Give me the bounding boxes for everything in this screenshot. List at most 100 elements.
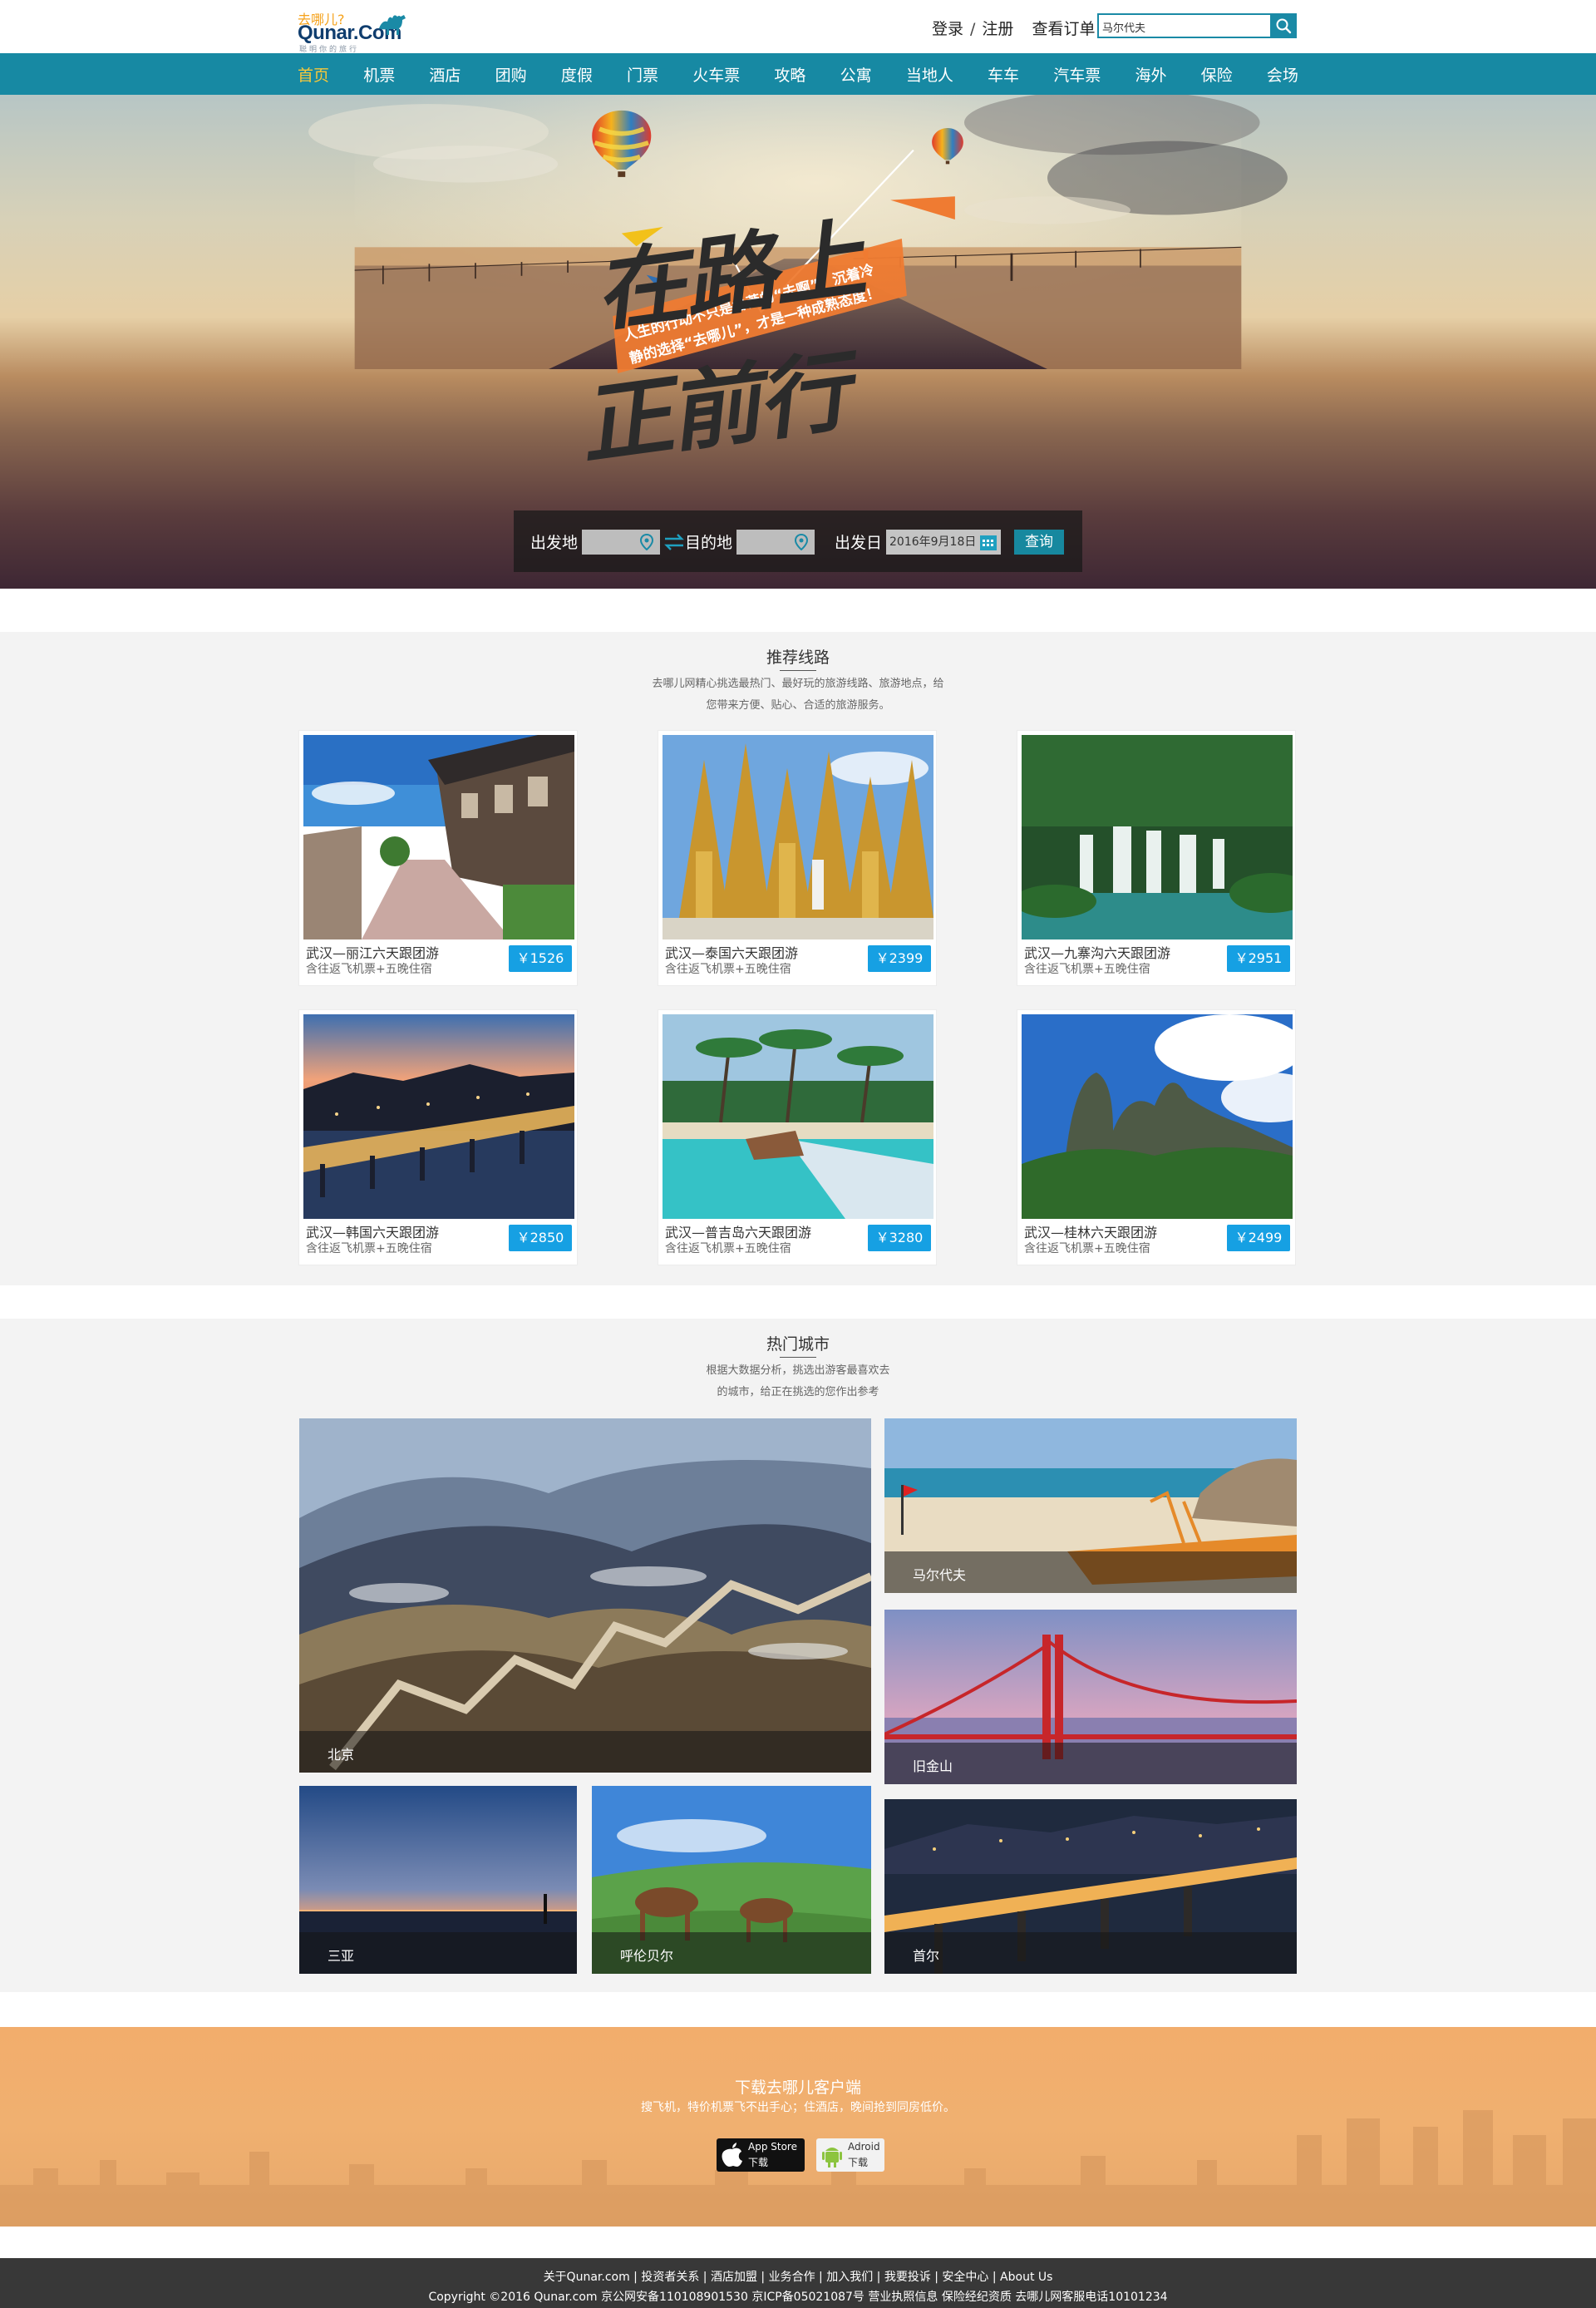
nav-item[interactable]: 保险 [1201,63,1233,86]
recommend-title: 推荐线路 [766,649,830,667]
page: 去哪儿? Qunar.Com 聪明你的旅行 登录 / 注册 查看订单 首页 机票 酒店 团… [0,0,1596,2308]
city-name: 北京 [328,1747,355,1763]
hot-desc-line2: 的城市，给正在挑选的您作出参考 [717,1386,879,1398]
route-price-button[interactable]: ￥2850 [509,1225,572,1251]
route-includes: 含往返飞机票+五晚住宿 [1024,1242,1150,1255]
hot-desc-line1: 根据大数据分析，挑选出游客最喜欢去 [706,1364,890,1377]
nav-item[interactable]: 攻略 [774,63,805,86]
nav-item[interactable]: 火车票 [692,63,740,86]
route-price-button[interactable]: ￥2499 [1227,1225,1290,1251]
route-includes: 含往返飞机票+五晚住宿 [1024,963,1150,976]
route-name: 武汉—丽江六天跟团游 [306,945,440,961]
nav-item[interactable]: 度假 [561,63,593,86]
route-price-button[interactable]: ￥2399 [868,945,931,972]
android-icon [822,2148,842,2167]
orders-link[interactable]: 查看订单 [1032,17,1095,39]
route-price-button[interactable]: ￥1526 [509,945,572,972]
route-photo-guilin [1022,1014,1293,1219]
nav-item[interactable]: 机票 [363,63,395,86]
hot-desc: 根据大数据分析，挑选出游客最喜欢去 的城市，给正在挑选的您作出参考 [632,1360,964,1403]
to-field[interactable] [736,530,815,555]
city-caption: 呼伦贝尔 [592,1932,871,1974]
login-sep: / [970,20,976,38]
nav-item[interactable]: 酒店 [429,63,461,86]
app-store-sub: 下载 [748,2157,769,2168]
city-name: 首尔 [913,1948,940,1964]
header: 去哪儿? Qunar.Com 聪明你的旅行 登录 / 注册 查看订单 [0,0,1596,54]
swap-icon[interactable] [663,533,685,551]
city-name: 马尔代夫 [913,1567,967,1583]
hero-banner: 人生的行动不只是鲁莽的“去啊”，沉着冷 静的选择“去哪儿”，才是一种成熟态度！ … [0,95,1596,589]
route-card-thailand[interactable]: 武汉—泰国六天跟团游 含往返飞机票+五晚住宿 ￥2399 [658,730,937,986]
nav-item[interactable]: 汽车票 [1053,63,1101,86]
download-title: 下载去哪儿客户端 [734,2079,861,2097]
recommend-desc-line2: 您带来方便、贴心、合适的旅游服务。 [706,699,890,712]
city-tile-hulunbuir[interactable]: 呼伦贝尔 [592,1786,871,1974]
date-value: 2016年9月18日 [889,535,977,549]
nav-item[interactable]: 团购 [495,63,527,86]
search-button[interactable] [1270,13,1297,38]
route-name: 武汉—韩国六天跟团游 [306,1225,440,1240]
nav-item[interactable]: 公寓 [840,63,872,86]
footer-copyright: Copyright ©2016 Qunar.com 京公网安备110108901… [428,2291,1168,2304]
search-box [1097,13,1297,38]
city-tile-beijing[interactable]: 北京 [299,1418,871,1773]
register-link[interactable]: 注册 [982,17,1013,39]
city-tile-seoul[interactable]: 首尔 [884,1799,1297,1974]
route-card-guilin[interactable]: 武汉—桂林六天跟团游 含往返飞机票+五晚住宿 ￥2499 [1017,1009,1296,1265]
route-photo-phuket [663,1014,933,1219]
date-field[interactable]: 2016年9月18日 [886,530,1001,555]
camel-icon [379,15,406,35]
route-price-button[interactable]: ￥3280 [868,1225,931,1251]
recommend-desc: 去哪儿网精心挑选最热门、最好玩的旅游线路、旅游地点，给 您带来方便、贴心、合适的… [632,673,964,717]
nav-item[interactable]: 会场 [1267,63,1298,86]
route-card-lijiang[interactable]: 武汉—丽江六天跟团游 含往返飞机票+五晚住宿 ￥1526 [298,730,578,986]
top-links: 登录 / 注册 查看订单 [932,17,1096,39]
route-photo-korea [303,1014,574,1219]
route-card-jiuzhaigou[interactable]: 武汉—九寨沟六天跟团游 含往返飞机票+五晚住宿 ￥2951 [1017,730,1296,986]
city-caption: 北京 [299,1731,871,1773]
qunar-logo[interactable]: 去哪儿? Qunar.Com 聪明你的旅行 [298,7,407,54]
nav-list: 首页 机票 酒店 团购 度假 门票 火车票 攻略 公寓 当地人 车车 汽车票 海外 保险 会场 [298,53,1298,95]
search-trip-button[interactable]: 查询 [1014,530,1064,555]
city-tile-maldives[interactable]: 马尔代夫 [884,1418,1297,1593]
search-icon [1276,18,1292,34]
android-sub: 下载 [848,2157,869,2168]
date-label: 出发日 [835,534,883,552]
route-card-phuket[interactable]: 武汉—普吉岛六天跟团游 含往返飞机票+五晚住宿 ￥3280 [658,1009,937,1265]
route-photo-jiuzhaigou [1022,735,1293,939]
route-name: 武汉—九寨沟六天跟团游 [1024,945,1171,961]
route-includes: 含往返飞机票+五晚住宿 [665,1242,791,1255]
city-name: 旧金山 [913,1758,953,1774]
city-tile-sanya[interactable]: 三亚 [299,1786,577,1974]
app-store-button[interactable]: App Store 下载 [717,2138,805,2172]
skyline-background [0,2110,1596,2227]
nav-item[interactable]: 门票 [627,63,658,86]
route-price-button[interactable]: ￥2951 [1227,945,1290,972]
from-field[interactable] [582,530,660,555]
city-tile-san-francisco[interactable]: 旧金山 [884,1610,1297,1784]
city-caption: 旧金山 [884,1743,1297,1784]
city-caption: 三亚 [299,1932,577,1974]
android-text: Adroid [848,2141,880,2153]
route-name: 武汉—普吉岛六天跟团游 [665,1225,812,1240]
recommend-title-underline [780,670,816,671]
recommend-desc-line1: 去哪儿网精心挑选最热门、最好玩的旅游线路、旅游地点，给 [652,678,944,690]
nav-item[interactable]: 首页 [298,63,329,86]
nav-item[interactable]: 车车 [988,63,1019,86]
nav-item[interactable]: 海外 [1135,63,1166,86]
footer: 关于Qunar.com | 投资者关系 | 酒店加盟 | 业务合作 | 加入我们… [0,2258,1596,2308]
to-label: 目的地 [685,534,733,552]
nav-item[interactable]: 当地人 [906,63,953,86]
android-button[interactable]: Adroid 下载 [816,2138,884,2172]
search-input[interactable] [1102,18,1265,35]
hot-title: 热门城市 [766,1335,830,1354]
app-store-text: App Store [748,2141,797,2153]
city-name: 三亚 [328,1948,355,1964]
main-nav: 首页 机票 酒店 团购 度假 门票 火车票 攻略 公寓 当地人 车车 汽车票 海外 保险 会场 [0,53,1596,95]
footer-links[interactable]: 关于Qunar.com | 投资者关系 | 酒店加盟 | 业务合作 | 加入我们… [0,2268,1596,2285]
download-desc: 搜飞机，特价机票飞不出手心；住酒店，晚间抢到同房低价。 [641,2101,955,2114]
login-link[interactable]: 登录 [932,17,963,39]
trip-search-bar: 出发地 目的地 出发日 2016年9月18日 查询 [514,510,1082,572]
route-card-korea[interactable]: 武汉—韩国六天跟团游 含往返飞机票+五晚住宿 ￥2850 [298,1009,578,1265]
